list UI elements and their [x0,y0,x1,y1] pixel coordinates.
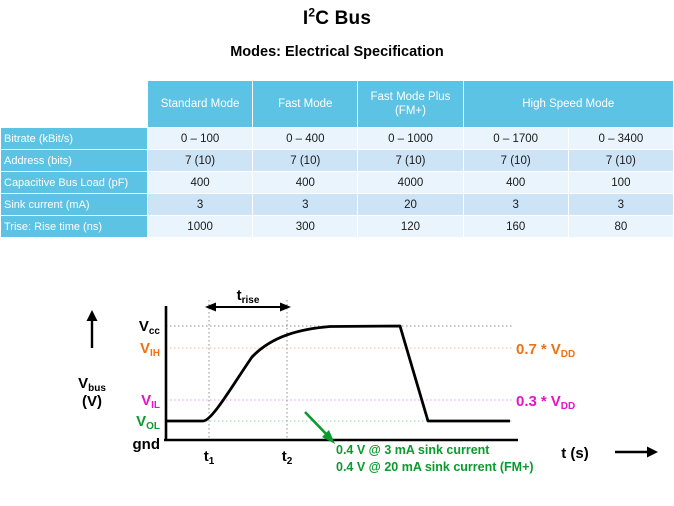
cell-trise-fast: 300 [253,216,358,237]
axis-label-t2: t2 [282,448,293,467]
trise-arrow-head-left [205,302,216,312]
threshold-label-07vdd-star: * [541,341,547,358]
threshold-label-07vdd: 0.7 * VDD [516,341,575,360]
cell-address-fast: 7 (10) [253,150,358,171]
axis-label-vcc-main: V [139,318,149,335]
waveform-trace [167,324,510,423]
axis-label-gnd: gnd [133,436,161,453]
table-row: Address (bits) 7 (10) 7 (10) 7 (10) 7 (1… [1,150,673,171]
threshold-label-03vdd-prefix: 0.3 [516,393,537,410]
cell-trise-standard: 1000 [148,216,253,237]
time-axis-arrow-head [647,446,658,458]
cell-trise-highspeed-2: 80 [568,216,673,237]
row-label-bitrate: Bitrate (kBit/s) [1,128,147,149]
axis-label-t2-sub: 2 [287,456,293,467]
axis-label-t1: t1 [204,448,215,467]
column-header-fast-mode: Fast Mode [253,81,358,127]
table-row: Capacitive Bus Load (pF) 400 400 4000 40… [1,172,673,193]
axis-label-vil: VIL [141,392,160,411]
page-title-rest: C Bus [315,8,372,29]
y-axis-title-line2: (V) [82,393,102,410]
sink-current-note-1: 0.4 V @ 3 mA sink current [336,443,490,457]
table-row: Sink current (mA) 3 3 20 3 3 [1,194,673,215]
cell-address-standard: 7 (10) [148,150,253,171]
axis-label-vih: VIH [140,340,160,359]
axis-label-vol-main: V [136,413,146,430]
axis-label-vih-sub: IH [150,348,160,359]
table-row: Bitrate (kBit/s) 0 – 100 0 – 400 0 – 100… [1,128,673,149]
column-header-standard-mode: Standard Mode [148,81,253,127]
trise-label: trise [237,287,260,306]
threshold-label-03vdd-sub: DD [561,401,575,412]
column-header-fast-mode-plus-line1: Fast Mode Plus [370,91,451,103]
cell-cap-standard: 400 [148,172,253,193]
cell-address-fastplus: 7 (10) [358,150,463,171]
cell-trise-highspeed-1: 160 [463,216,568,237]
specification-table: Standard Mode Fast Mode Fast Mode Plus (… [0,80,674,238]
sink-current-note-2: 0.4 V @ 20 mA sink current (FM+) [336,460,534,474]
threshold-label-07vdd-v: V [551,341,561,358]
threshold-label-03vdd-v: V [551,393,561,410]
threshold-label-07vdd-sub: DD [561,349,575,360]
cell-address-highspeed-1: 7 (10) [463,150,568,171]
cell-sink-highspeed-2: 3 [568,194,673,215]
row-label-address: Address (bits) [1,150,147,171]
cell-bitrate-fast: 0 – 400 [253,128,358,149]
page-title: I2C Bus [0,7,674,30]
cell-bitrate-fastplus: 0 – 1000 [358,128,463,149]
cell-cap-highspeed-2: 100 [568,172,673,193]
cell-sink-highspeed-1: 3 [463,194,568,215]
threshold-label-07vdd-prefix: 0.7 [516,341,537,358]
trise-arrow-head-right [280,302,291,312]
axis-label-vol: VOL [136,413,160,432]
row-label-capacitive-bus-load: Capacitive Bus Load (pF) [1,172,147,193]
cell-bitrate-highspeed-1: 0 – 1700 [463,128,568,149]
axis-label-vih-main: V [140,340,150,357]
cell-address-highspeed-2: 7 (10) [568,150,673,171]
y-axis-title-line1: Vbus [78,375,106,394]
cell-trise-fastplus: 120 [358,216,463,237]
trise-label-sub: rise [242,295,260,306]
cell-sink-fast: 3 [253,194,358,215]
row-label-rise-time: Trise: Rise time (ns) [1,216,147,237]
cell-cap-fastplus: 4000 [358,172,463,193]
cell-bitrate-highspeed-2: 0 – 3400 [568,128,673,149]
cell-cap-highspeed-1: 400 [463,172,568,193]
axis-label-vol-sub: OL [146,421,160,432]
cell-cap-fast: 400 [253,172,358,193]
threshold-label-03vdd-star: * [541,393,547,410]
threshold-label-03vdd: 0.3 * VDD [516,393,575,412]
cell-sink-fastplus: 20 [358,194,463,215]
vbus-axis-arrow-head [86,310,98,321]
axis-label-vcc: Vcc [139,318,161,337]
table-corner-cell [1,81,147,127]
axis-label-vcc-sub: cc [149,326,161,337]
cell-sink-standard: 3 [148,194,253,215]
table-header-row: Standard Mode Fast Mode Fast Mode Plus (… [1,81,673,127]
column-header-fast-mode-plus-line2: (FM+) [394,105,426,117]
bus-voltage-waveform-chart: Vcc VIH VIL VOL gnd t1 t2 trise Vbus (V)… [0,262,674,506]
cell-bitrate-standard: 0 – 100 [148,128,253,149]
column-header-high-speed-mode: High Speed Mode [463,81,673,127]
x-axis-title: t (s) [561,445,589,462]
column-header-fast-mode-plus: Fast Mode Plus (FM+) [358,81,463,127]
row-label-sink-current: Sink current (mA) [1,194,147,215]
page-subtitle: Modes: Electrical Specification [230,44,444,60]
axis-label-vil-sub: IL [151,400,160,411]
axis-label-vil-main: V [141,392,151,409]
table-row: Trise: Rise time (ns) 1000 300 120 160 8… [1,216,673,237]
axis-label-t1-sub: 1 [209,456,215,467]
y-axis-title-main: V [78,375,88,392]
